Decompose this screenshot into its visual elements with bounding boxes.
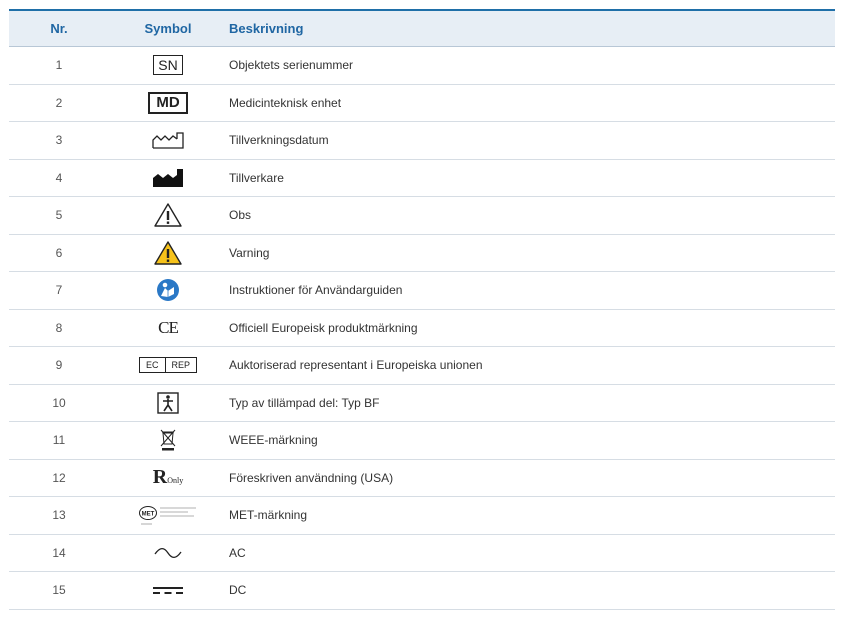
ac-icon bbox=[154, 547, 182, 558]
row-description: MET-märkning bbox=[229, 508, 308, 523]
weee-icon bbox=[160, 429, 176, 451]
row-description: Obs bbox=[229, 208, 252, 223]
table-row: 1 SN Objektets serienummer bbox=[9, 47, 835, 85]
row-description: Auktoriserad representant i Europeiska u… bbox=[229, 358, 483, 373]
table-row: 7 Instruktioner för Användarguiden bbox=[9, 272, 835, 310]
rep-label: REP bbox=[171, 360, 191, 371]
row-description: WEEE-märkning bbox=[229, 433, 318, 448]
row-nr: 3 bbox=[55, 133, 63, 148]
row-description: Varning bbox=[229, 245, 270, 260]
row-nr: 4 bbox=[55, 170, 63, 185]
dc-icon bbox=[153, 587, 183, 595]
ce-marking-icon: CE bbox=[158, 317, 179, 337]
table-row: 13 MET MET-märkning bbox=[9, 497, 835, 535]
row-nr: 13 bbox=[52, 508, 66, 523]
manufacturer-icon bbox=[153, 168, 183, 187]
warning-icon bbox=[154, 241, 182, 265]
row-description: Föreskriven användning (USA) bbox=[229, 470, 394, 485]
medical-device-icon: MD bbox=[148, 91, 188, 114]
header-symbol: Symbol bbox=[144, 21, 192, 36]
table-row: 4 Tillverkare bbox=[9, 160, 835, 197]
row-description: Tillverkningsdatum bbox=[229, 133, 329, 148]
instructions-icon bbox=[157, 279, 179, 302]
table-row: 12 ROnly Föreskriven användning (USA) bbox=[9, 460, 835, 497]
row-description: Medicinteknisk enhet bbox=[229, 95, 342, 110]
row-description: Typ av tillämpad del: Typ BF bbox=[229, 395, 380, 410]
table-row: 8 CE Officiell Europeisk produktmärkning bbox=[9, 310, 835, 347]
row-nr: 7 bbox=[55, 283, 63, 298]
symbols-table: Nr. Symbol Beskrivning 1 SN Objektets se… bbox=[9, 9, 835, 610]
ec-rep-icon: EC REP bbox=[138, 357, 198, 374]
row-description: Tillverkare bbox=[229, 170, 284, 185]
rx-only-icon: ROnly bbox=[153, 466, 183, 489]
row-nr: 9 bbox=[55, 358, 63, 373]
row-description: DC bbox=[229, 583, 247, 598]
table-row: 9 EC REP Auktoriserad representant i Eur… bbox=[9, 347, 835, 385]
row-nr: 1 bbox=[55, 58, 63, 73]
ec-label: EC bbox=[140, 358, 166, 373]
row-nr: 14 bbox=[52, 545, 66, 560]
header-description: Beskrivning bbox=[229, 21, 304, 36]
table-row: 14 AC bbox=[9, 535, 835, 572]
row-nr: 2 bbox=[55, 95, 63, 110]
table-row: 5 Obs bbox=[9, 197, 835, 235]
serial-number-icon: SN bbox=[153, 55, 183, 76]
row-nr: 11 bbox=[52, 433, 66, 448]
table-row: 3 Tillverkningsdatum bbox=[9, 122, 835, 160]
table-row: 6 Varning bbox=[9, 235, 835, 272]
row-nr: 12 bbox=[52, 470, 66, 485]
table-row: 2 MD Medicinteknisk enhet bbox=[9, 85, 835, 122]
row-description: AC bbox=[229, 545, 246, 560]
type-bf-icon bbox=[157, 392, 179, 414]
row-description: Officiell Europeisk produktmärkning bbox=[229, 320, 418, 335]
table-row: 15 DC bbox=[9, 572, 835, 610]
row-description: Instruktioner för Användarguiden bbox=[229, 283, 403, 298]
row-nr: 6 bbox=[55, 245, 63, 260]
date-of-manufacture-icon bbox=[152, 132, 184, 149]
row-nr: 5 bbox=[55, 208, 63, 223]
rx-only-label: Only bbox=[167, 476, 184, 486]
row-description: Objektets serienummer bbox=[229, 58, 354, 73]
rx-letter: R bbox=[152, 466, 168, 489]
caution-icon bbox=[154, 203, 182, 227]
row-nr: 15 bbox=[52, 583, 66, 598]
table-row: 10 Typ av tillämpad del: Typ BF bbox=[9, 385, 835, 422]
met-mark-icon: MET bbox=[139, 506, 196, 525]
svg-text:MET: MET bbox=[142, 512, 155, 518]
row-nr: 10 bbox=[52, 395, 66, 410]
row-nr: 8 bbox=[55, 320, 63, 335]
table-row: 11 WEEE-märkning bbox=[9, 422, 835, 460]
header-nr: Nr. bbox=[50, 21, 68, 36]
table-header: Nr. Symbol Beskrivning bbox=[9, 11, 835, 47]
